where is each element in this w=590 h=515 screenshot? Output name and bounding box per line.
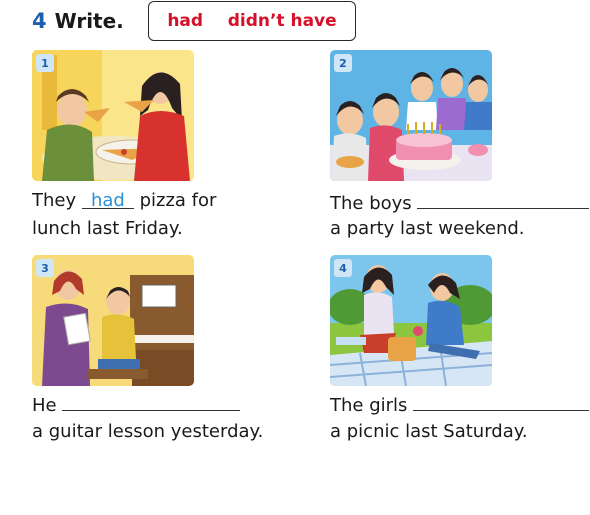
word-box-word: didn’t have	[227, 11, 337, 31]
sentence-4-line-2: a picnic last Saturday.	[330, 421, 528, 442]
sentence-2-line-1: The boys	[330, 190, 590, 215]
sentence-4-line-1: The girls	[330, 392, 590, 417]
word-box-word: had	[167, 11, 204, 31]
sentence-3-start: He	[32, 395, 57, 416]
answer-blank-3[interactable]	[62, 392, 241, 411]
sentence-1-line-2: lunch last Friday.	[32, 218, 183, 239]
item-number-badge: 4	[334, 259, 352, 277]
sentence-1-start: They	[32, 190, 77, 211]
exercise-header: 4 Write.	[32, 6, 124, 36]
sentence-2-line-2: a party last weekend.	[330, 218, 525, 239]
sentence-3-line-2: a guitar lesson yesterday.	[32, 421, 264, 442]
exercise-number: 4	[32, 9, 47, 33]
sentence-1-end: pizza for	[139, 190, 217, 211]
word-box: had didn’t have	[148, 1, 356, 41]
answer-blank-1[interactable]: had	[81, 190, 134, 211]
sentence-2-start: The boys	[330, 193, 412, 214]
answer-blank-4[interactable]	[413, 392, 590, 411]
item-number-badge: 3	[36, 259, 54, 277]
exercise-title: Write.	[54, 9, 124, 33]
illustration-picnic: 4	[330, 255, 492, 386]
item-number-badge: 1	[36, 54, 54, 72]
answer-text-1: had	[90, 190, 125, 211]
illustration-guitar-lesson: 3	[32, 255, 194, 386]
answer-blank-2[interactable]	[417, 190, 590, 209]
sentence-4-start: The girls	[330, 395, 408, 416]
item-number-badge: 2	[334, 54, 352, 72]
illustration-birthday-party: 2	[330, 50, 492, 181]
sentence-1-line-1: They had pizza for	[32, 190, 216, 212]
sentence-3-line-1: He	[32, 392, 241, 417]
illustration-pizza: 1	[32, 50, 194, 181]
